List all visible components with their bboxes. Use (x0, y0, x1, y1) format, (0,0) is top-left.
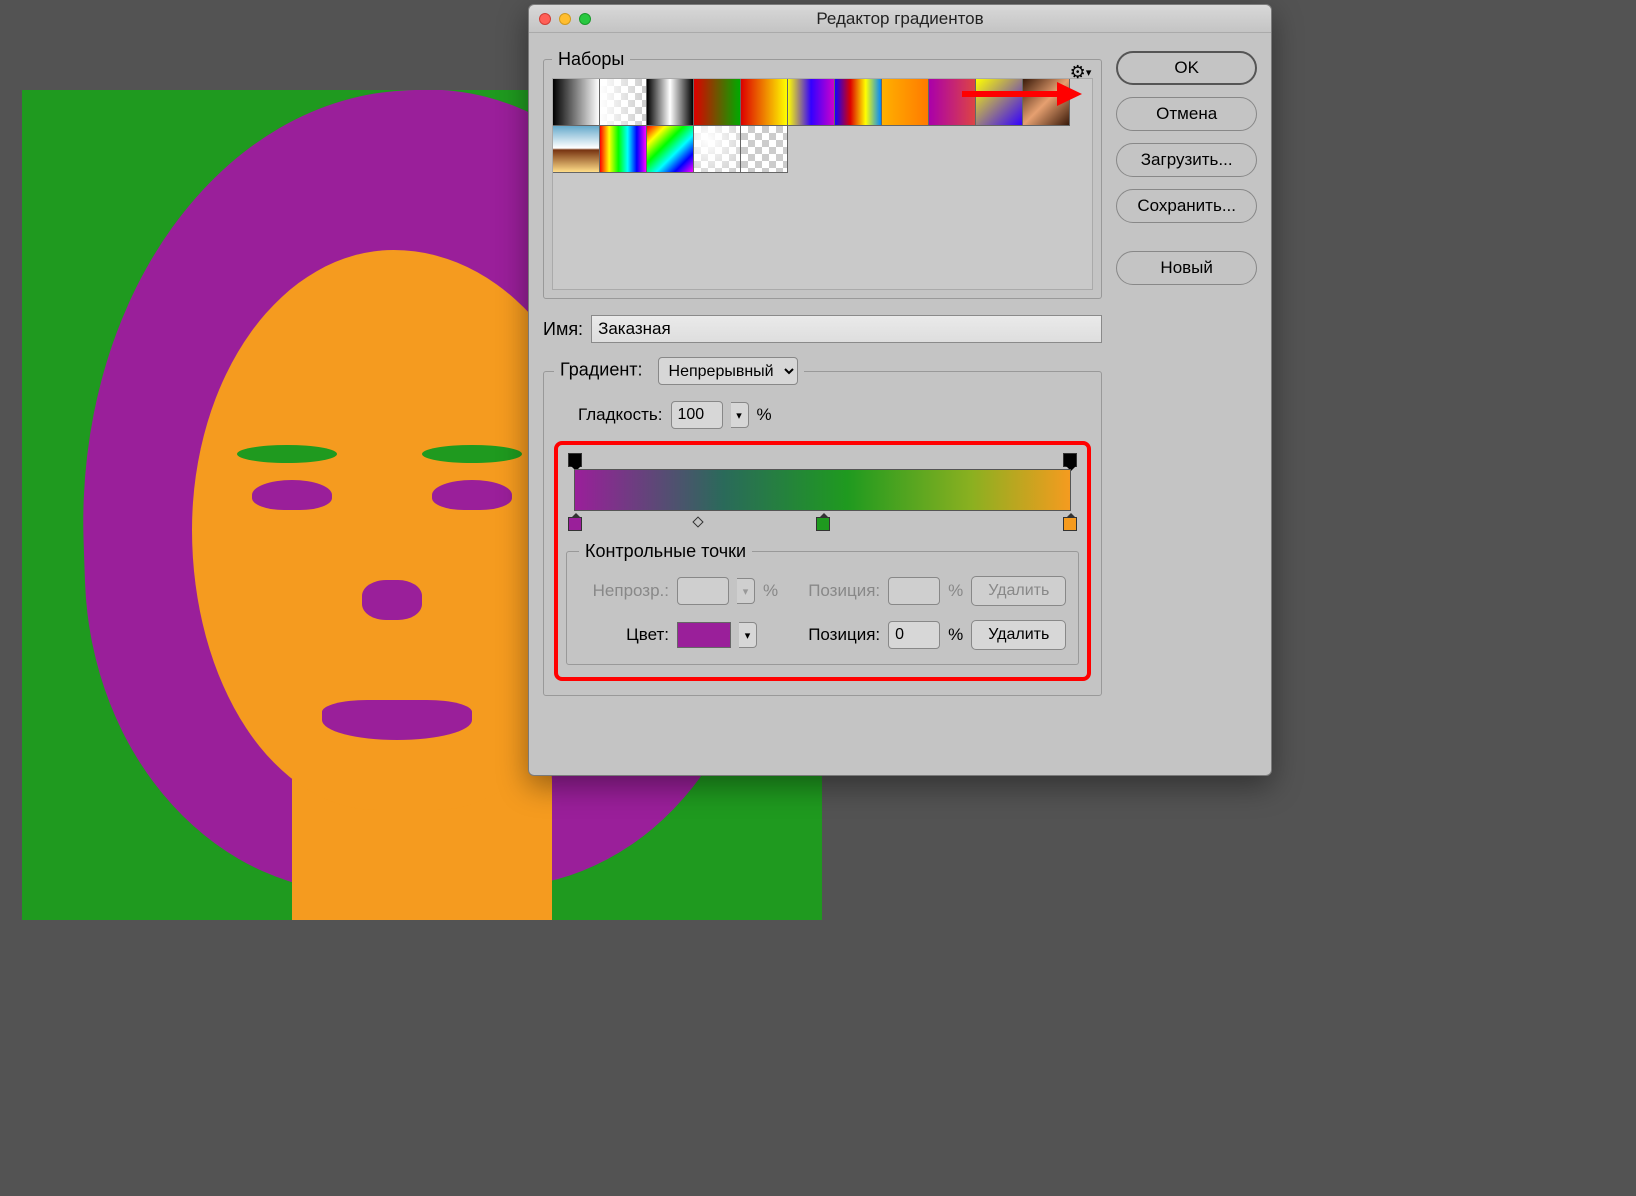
preset-swatch[interactable] (599, 78, 647, 126)
new-button[interactable]: Новый (1116, 251, 1257, 285)
smoothness-label: Гладкость: (578, 405, 663, 425)
gradient-editor-dialog: Редактор градиентов Наборы ⚙︎▾ (528, 4, 1272, 776)
preset-swatch[interactable] (928, 78, 976, 126)
gradient-group: Градиент: Непрерывный Гладкость: ▾ % (543, 357, 1102, 696)
preset-swatch[interactable] (1022, 78, 1070, 126)
smoothness-input[interactable] (671, 401, 723, 429)
preset-swatch[interactable] (599, 125, 647, 173)
portrait-brow (422, 445, 522, 463)
opacity-position-label: Позиция: (794, 581, 880, 601)
preset-swatch[interactable] (693, 78, 741, 126)
color-stop[interactable] (568, 517, 582, 531)
color-position-input[interactable] (888, 621, 940, 649)
preset-swatch[interactable] (740, 78, 788, 126)
control-points-group: Контрольные точки Непрозр.: ▾ % Позиция:… (566, 541, 1079, 665)
opacity-position-unit: % (948, 581, 963, 601)
gradient-type-select[interactable]: Непрерывный (658, 357, 798, 385)
portrait-nose (362, 580, 422, 620)
chevron-down-icon[interactable]: ▾ (731, 402, 749, 428)
portrait-eye (432, 480, 512, 510)
load-button[interactable]: Загрузить... (1116, 143, 1257, 177)
color-position-unit: % (948, 625, 963, 645)
preset-swatch[interactable] (834, 78, 882, 126)
smoothness-unit: % (757, 405, 772, 425)
cancel-button[interactable]: Отмена (1116, 97, 1257, 131)
midpoint-handle[interactable] (693, 516, 704, 527)
presets-list[interactable] (552, 78, 1093, 290)
save-button[interactable]: Сохранить... (1116, 189, 1257, 223)
opacity-stop[interactable] (568, 453, 582, 467)
color-well[interactable] (677, 622, 731, 648)
gradient-type-label: Градиент: (560, 360, 643, 380)
name-input[interactable] (591, 315, 1102, 343)
delete-opacity-stop-button: Удалить (971, 576, 1066, 606)
delete-color-stop-button[interactable]: Удалить (971, 620, 1066, 650)
ok-button[interactable]: OK (1116, 51, 1257, 85)
presets-legend: Наборы (552, 49, 630, 70)
preset-swatch[interactable] (646, 125, 694, 173)
preset-swatch[interactable] (646, 78, 694, 126)
opacity-unit: % (763, 581, 778, 601)
gear-icon[interactable]: ⚙︎▾ (1070, 62, 1092, 83)
color-stop[interactable] (816, 517, 830, 531)
preset-swatch[interactable] (552, 78, 600, 126)
titlebar[interactable]: Редактор градиентов (529, 5, 1271, 33)
opacity-position-input (888, 577, 940, 605)
opacity-label: Непрозр.: (579, 581, 669, 601)
highlight-annotation: Контрольные точки Непрозр.: ▾ % Позиция:… (554, 441, 1091, 681)
name-label: Имя: (543, 319, 583, 340)
chevron-down-icon[interactable]: ▾ (739, 622, 757, 648)
gradient-preview-bar[interactable] (574, 469, 1071, 511)
preset-swatch[interactable] (787, 78, 835, 126)
gradient-bar-editor[interactable] (566, 451, 1079, 531)
preset-swatch[interactable] (552, 125, 600, 173)
opacity-input (677, 577, 729, 605)
portrait-eye (252, 480, 332, 510)
preset-swatch[interactable] (693, 125, 741, 173)
preset-swatch[interactable] (975, 78, 1023, 126)
color-label: Цвет: (579, 625, 669, 645)
portrait-mouth (322, 700, 472, 740)
control-points-legend: Контрольные точки (579, 541, 752, 562)
presets-group: Наборы ⚙︎▾ (543, 49, 1102, 299)
preset-swatch[interactable] (881, 78, 929, 126)
portrait-brow (237, 445, 337, 463)
preset-swatch[interactable] (740, 125, 788, 173)
window-title: Редактор градиентов (529, 9, 1271, 29)
opacity-stop[interactable] (1063, 453, 1077, 467)
color-position-label: Позиция: (794, 625, 880, 645)
chevron-down-icon: ▾ (737, 578, 755, 604)
color-stop[interactable] (1063, 517, 1077, 531)
